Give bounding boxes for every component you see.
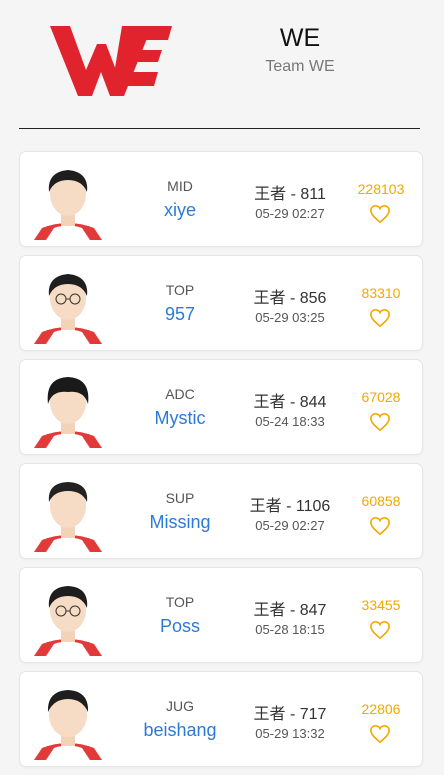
team-logo	[50, 26, 172, 96]
player-avatar	[32, 160, 104, 240]
player-card[interactable]: TOP Poss 王者 - 847 05-28 18:15 33455	[19, 567, 423, 663]
player-role: SUP	[165, 490, 195, 506]
player-role: JUG	[166, 698, 194, 714]
player-role: TOP	[165, 594, 195, 610]
player-avatar	[32, 264, 104, 344]
player-name[interactable]: Missing	[118, 512, 242, 533]
player-last-active: 05-24 18:33	[255, 414, 325, 429]
player-avatar	[32, 680, 104, 760]
team-short-name: WE	[279, 24, 321, 52]
player-role: MID	[167, 178, 193, 194]
player-role: ADC	[165, 386, 195, 402]
player-avatar	[32, 368, 104, 448]
team-header: WE Team WE	[0, 0, 444, 129]
player-rank: 王者 - 717	[253, 706, 327, 723]
player-card[interactable]: TOP 957 王者 - 856 05-29 03:25 83310	[19, 255, 423, 351]
like-count: 83310	[361, 285, 401, 301]
player-avatar	[32, 576, 104, 656]
player-name[interactable]: xiye	[118, 200, 242, 221]
player-last-active: 05-29 03:25	[255, 310, 325, 325]
header-divider	[19, 128, 420, 129]
heart-icon[interactable]	[369, 516, 391, 536]
like-count: 67028	[361, 389, 401, 405]
player-avatar	[32, 472, 104, 552]
player-card[interactable]: ADC Mystic 王者 - 844 05-24 18:33 67028	[19, 359, 423, 455]
player-rank: 王者 - 847	[253, 602, 327, 619]
like-count: 228103	[357, 181, 405, 197]
player-name[interactable]: beishang	[118, 720, 242, 741]
player-last-active: 05-28 18:15	[255, 622, 325, 637]
player-last-active: 05-29 02:27	[255, 518, 325, 533]
player-card[interactable]: JUG beishang 王者 - 717 05-29 13:32 22806	[19, 671, 423, 767]
player-list: MID xiye 王者 - 811 05-29 02:27 228103 TOP…	[19, 151, 423, 775]
player-rank: 王者 - 856	[253, 290, 327, 307]
player-rank: 王者 - 844	[253, 394, 327, 411]
team-full-name: Team WE	[265, 58, 335, 75]
player-last-active: 05-29 13:32	[255, 726, 325, 741]
player-name[interactable]: Mystic	[118, 408, 242, 429]
heart-icon[interactable]	[369, 308, 391, 328]
player-rank: 王者 - 1106	[249, 498, 331, 515]
player-role: TOP	[165, 282, 195, 298]
heart-icon[interactable]	[369, 724, 391, 744]
like-count: 22806	[361, 701, 401, 717]
player-name[interactable]: 957	[118, 304, 242, 325]
heart-icon[interactable]	[369, 204, 391, 224]
like-count: 33455	[361, 597, 401, 613]
player-card[interactable]: MID xiye 王者 - 811 05-29 02:27 228103	[19, 151, 423, 247]
like-count: 60858	[361, 493, 401, 509]
player-card[interactable]: SUP Missing 王者 - 1106 05-29 02:27 60858	[19, 463, 423, 559]
player-name[interactable]: Poss	[118, 616, 242, 637]
heart-icon[interactable]	[369, 620, 391, 640]
player-rank: 王者 - 811	[254, 186, 326, 203]
player-last-active: 05-29 02:27	[255, 206, 325, 221]
heart-icon[interactable]	[369, 412, 391, 432]
